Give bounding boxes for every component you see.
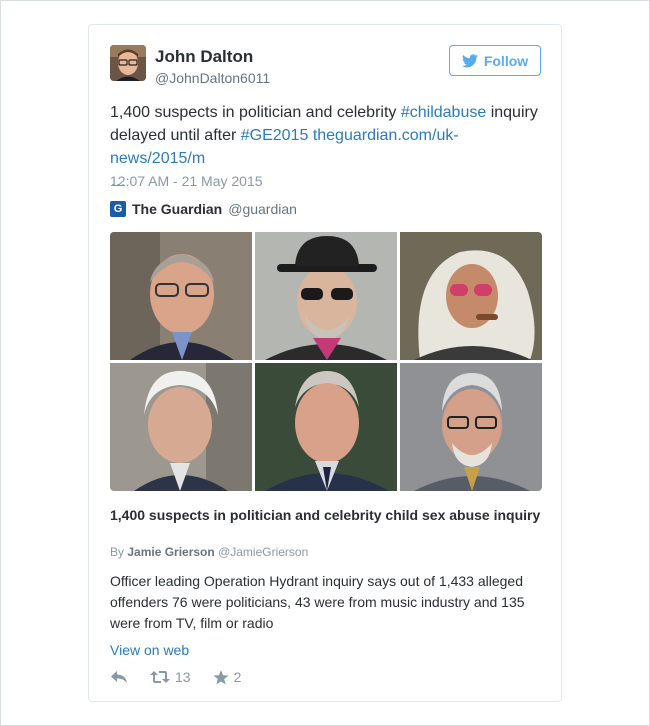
- follow-label: Follow: [483, 52, 529, 69]
- favorite-action[interactable]: 2: [212, 669, 242, 685]
- twitter-bird-icon: [461, 53, 478, 67]
- hashtag-childabuse[interactable]: #childabuse: [401, 104, 486, 121]
- avatar[interactable]: [110, 45, 146, 81]
- author-name[interactable]: John Dalton: [155, 47, 253, 67]
- photo-2: [255, 232, 397, 360]
- card-headline[interactable]: 1,400 suspects in politician and celebri…: [110, 505, 542, 526]
- author-handle[interactable]: @JohnDalton6011: [155, 70, 270, 86]
- retweet-action[interactable]: 13: [150, 669, 191, 685]
- photo-6: [400, 363, 542, 491]
- card-summary: Officer leading Operation Hydrant inquir…: [110, 573, 525, 631]
- hashtag-ge2015[interactable]: #GE2015: [241, 127, 309, 144]
- card-source[interactable]: G The Guardian @guardian: [110, 201, 297, 217]
- byline-author[interactable]: Jamie Grierson: [127, 545, 214, 559]
- card-byline: By Jamie Grierson @JamieGrierson: [110, 545, 308, 559]
- tweet-text-part: 1,400 suspects in politician and celebri…: [110, 104, 401, 121]
- photo-3: [400, 232, 542, 360]
- photo-collage[interactable]: [110, 232, 542, 491]
- photo-5: [255, 363, 397, 491]
- star-icon: [212, 669, 229, 684]
- byline-prefix: By: [110, 545, 128, 559]
- byline-handle[interactable]: @JamieGrierson: [218, 545, 308, 559]
- tweet-actions: 13 2: [110, 669, 241, 685]
- view-on-web-link[interactable]: View on web: [110, 642, 189, 658]
- tweet-timestamp[interactable]: 12:07 AM - 21 May 2015: [110, 173, 263, 189]
- source-handle: @guardian: [228, 201, 297, 217]
- favorite-count: 2: [233, 669, 242, 685]
- retweet-count: 13: [175, 669, 191, 685]
- source-name: The Guardian: [132, 201, 223, 217]
- follow-button[interactable]: Follow: [449, 45, 541, 76]
- reply-action[interactable]: [110, 670, 128, 684]
- guardian-logo-icon: G: [110, 201, 126, 217]
- embedded-tweet: John Dalton @JohnDalton6011 Follow 1,400…: [88, 24, 562, 702]
- photo-1: [110, 232, 252, 360]
- retweet-icon: [150, 671, 170, 683]
- photo-4: [110, 363, 252, 491]
- reply-icon: [111, 671, 127, 683]
